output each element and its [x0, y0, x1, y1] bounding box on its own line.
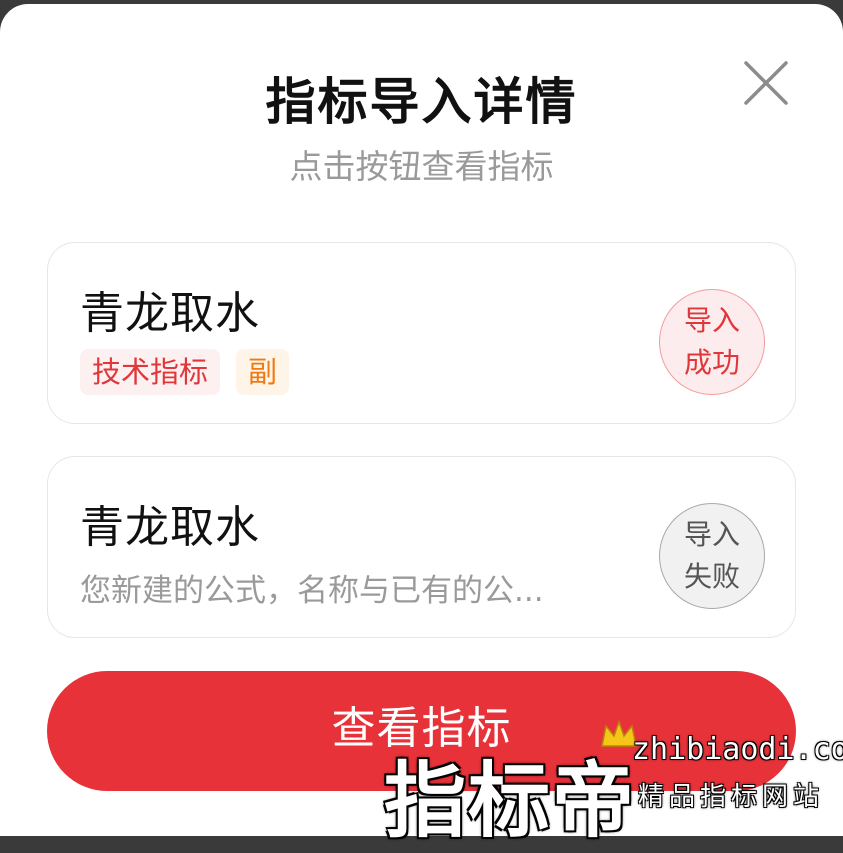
dialog-title: 指标导入详情 [265, 73, 578, 131]
indicator-name: 青龙取水 [80, 502, 260, 553]
result-card-success: 青龙取水 技术指标 副 导入 成功 [47, 242, 796, 424]
status-line-1: 导入 [683, 518, 740, 551]
watermark-domain: zhibiaodi.com [632, 732, 843, 767]
import-details-dialog: 指标导入详情 点击按钮查看指标 青龙取水 技术指标 副 导入 成功 青龙取水 您… [0, 4, 843, 836]
status-line-2: 成功 [683, 346, 740, 379]
result-card-failed: 青龙取水 您新建的公式，名称与已有的公... 导入 失败 [47, 456, 796, 638]
error-message: 您新建的公式，名称与已有的公... [80, 573, 544, 609]
indicator-name: 青龙取水 [80, 288, 260, 339]
dialog-subtitle: 点击按钮查看指标 [289, 147, 554, 186]
tag-sub-chart: 副 [236, 349, 290, 395]
tag-list: 技术指标 副 [80, 349, 290, 395]
import-success-badge: 导入 成功 [659, 289, 765, 395]
watermark-brand: 指标帝 [384, 754, 637, 849]
status-line-2: 失败 [683, 560, 740, 593]
watermark-slogan: 精品指标网站 [638, 782, 825, 812]
import-failed-badge: 导入 失败 [659, 503, 765, 609]
close-icon[interactable] [741, 58, 791, 108]
status-line-1: 导入 [683, 304, 740, 337]
tag-technical-indicator: 技术指标 [80, 349, 221, 395]
